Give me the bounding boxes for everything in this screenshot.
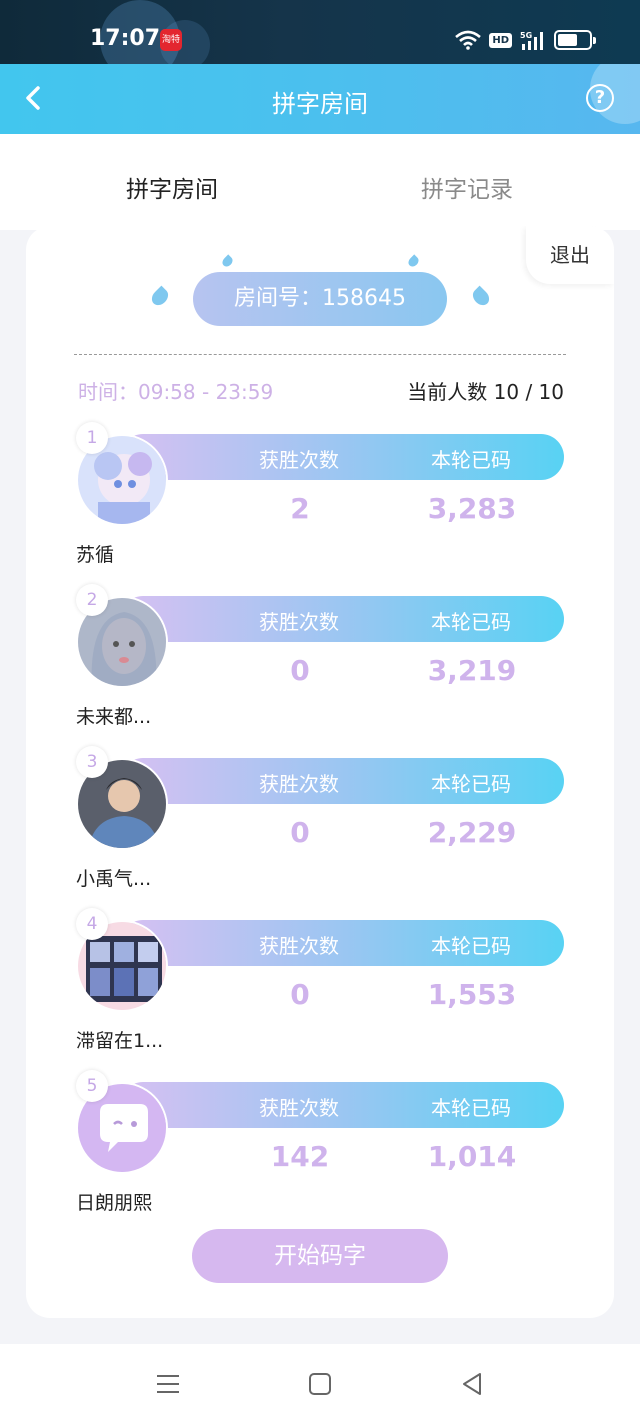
wins-label: 获胜次数 [259,610,339,634]
stats-header-bar: 获胜次数 本轮已码 [120,596,564,642]
svg-text:5G: 5G [520,31,532,40]
rank-badge: 3 [76,746,108,778]
player-row[interactable]: 1 获胜次数 本轮已码 2 3,283 苏循 [76,422,564,572]
typed-value: 2,229 [427,816,517,849]
droplet-decoration [220,254,235,269]
droplet-decoration [148,285,172,309]
player-name: 苏循 [76,544,115,566]
wins-value: 0 [290,978,310,1011]
help-icon[interactable]: ? [586,84,614,112]
signal-5g-icon: 5G [520,31,543,50]
wifi-icon [455,30,482,50]
typed-value: 1,553 [427,978,517,1011]
typed-value: 1,014 [427,1140,517,1173]
exit-button[interactable]: 退出 [526,226,614,284]
hd-badge: HD [489,32,512,48]
rank-badge: 1 [76,422,108,454]
divider [74,354,566,355]
typed-value: 3,283 [427,492,517,525]
tab-records[interactable]: 拼字记录 [367,170,567,204]
nav-bar: 拼字房间 ? [0,64,640,134]
player-row[interactable]: 3 获胜次数 本轮已码 0 2,229 小禹气... [76,746,564,896]
typed-label: 本轮已码 [431,1096,511,1120]
player-name: 日朗朋熙 [76,1192,153,1214]
stats-header-bar: 获胜次数 本轮已码 [120,434,564,480]
wins-value: 142 [270,1140,330,1173]
typed-label: 本轮已码 [431,448,511,472]
rank-badge: 4 [76,908,108,940]
status-bar: 17:07 淘特 HD 5G [0,0,640,64]
tab-room[interactable]: 拼字房间 [72,170,272,204]
wins-label: 获胜次数 [259,448,339,472]
room-time: 时间：09:58 - 23:59 [78,380,274,404]
typed-label: 本轮已码 [431,772,511,796]
rank-badge: 5 [76,1070,108,1102]
player-name: 未来都... [76,706,152,728]
taote-app-icon: 淘特 [160,29,182,51]
player-name: 滞留在1... [76,1030,164,1052]
wins-value: 2 [290,492,310,525]
battery-icon [554,30,596,50]
typed-value: 3,219 [427,654,517,687]
wins-label: 获胜次数 [259,934,339,958]
start-typing-button[interactable]: 开始码字 [192,1229,448,1283]
rank-badge: 2 [76,584,108,616]
droplet-decoration [406,254,421,269]
stats-header-bar: 获胜次数 本轮已码 [120,758,564,804]
droplet-decoration [469,285,493,309]
status-time: 17:07 [90,26,161,51]
back-triangle-icon[interactable] [458,1370,486,1398]
wins-value: 0 [290,816,310,849]
wins-label: 获胜次数 [259,772,339,796]
player-count: 当前人数 10 / 10 [407,380,564,404]
home-icon[interactable] [306,1370,334,1398]
wins-value: 0 [290,654,310,687]
typed-label: 本轮已码 [431,934,511,958]
page-title: 拼字房间 [272,90,368,118]
room-card: 退出 房间号：158645 时间：09:58 - 23:59 当前人数 10 /… [26,226,614,1318]
room-number: 房间号：158645 [193,272,447,326]
wins-label: 获胜次数 [259,1096,339,1120]
typed-label: 本轮已码 [431,610,511,634]
player-name: 小禹气... [76,868,152,890]
player-row[interactable]: 4 获胜次数 本轮已码 0 1,553 滞留在1... [76,908,564,1058]
menu-icon[interactable] [154,1370,182,1398]
stats-header-bar: 获胜次数 本轮已码 [120,920,564,966]
tab-strip: 拼字房间 拼字记录 [0,134,640,230]
player-row[interactable]: 2 获胜次数 本轮已码 0 3,219 未来都... [76,584,564,734]
player-row[interactable]: 5 获胜次数 本轮已码 142 1,014 日朗朋熙 [76,1070,564,1220]
stats-header-bar: 获胜次数 本轮已码 [120,1082,564,1128]
system-nav-bar [0,1344,640,1422]
